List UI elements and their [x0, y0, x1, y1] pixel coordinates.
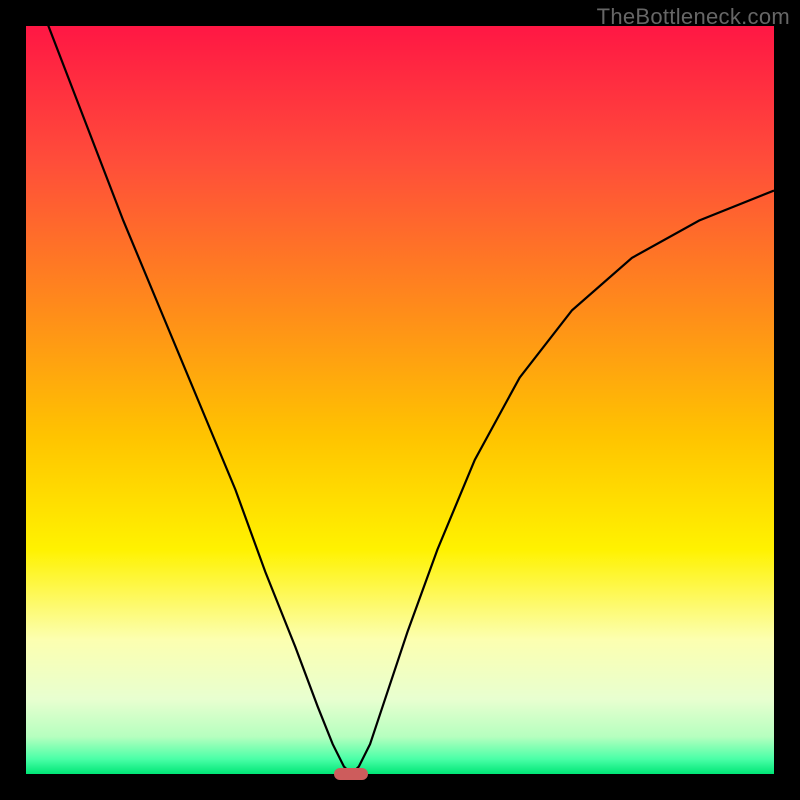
- bottleneck-curve: [26, 26, 774, 774]
- plot-area: [26, 26, 774, 774]
- watermark-text: TheBottleneck.com: [597, 4, 790, 30]
- optimal-marker: [334, 768, 368, 780]
